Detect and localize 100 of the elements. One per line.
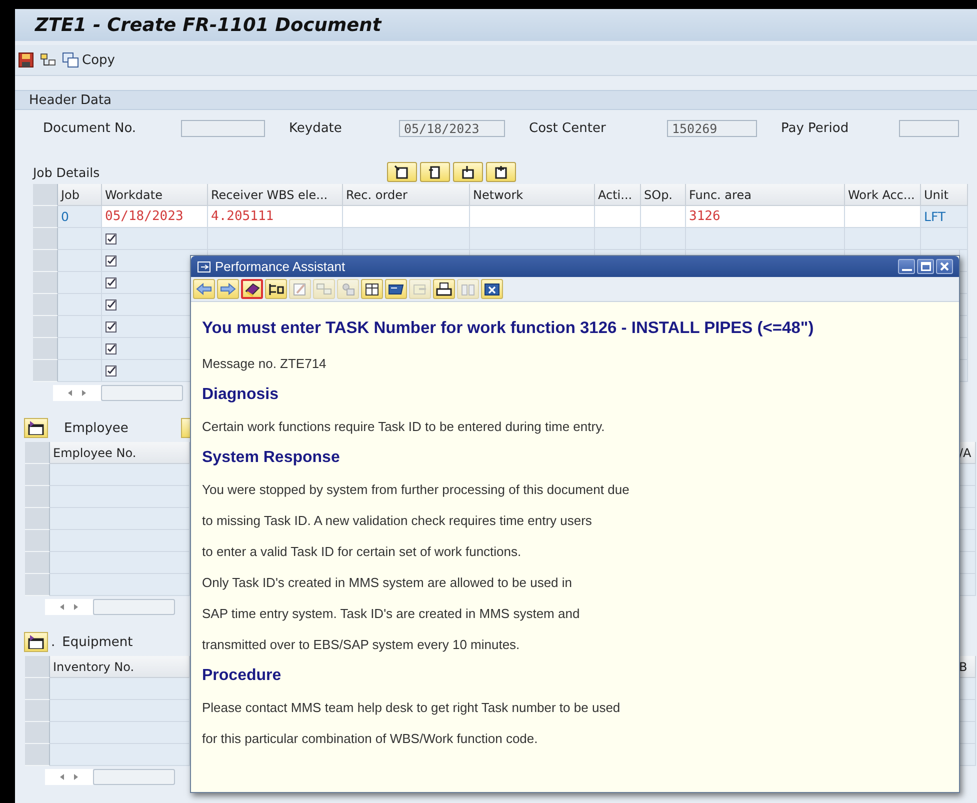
table-cell: LFT — [921, 206, 968, 228]
scrollbar[interactable] — [93, 769, 175, 785]
maximize-icon — [920, 262, 930, 271]
insert-row-icon — [393, 164, 411, 180]
save-button[interactable] — [18, 52, 34, 68]
row-selector[interactable] — [33, 294, 58, 316]
checkbox[interactable] — [105, 232, 117, 244]
checkbox[interactable] — [105, 364, 117, 376]
copy-row-button[interactable] — [486, 162, 516, 182]
dialog-title: Performance Assistant — [215, 259, 346, 274]
print-icon — [435, 281, 453, 297]
print-button[interactable] — [433, 279, 455, 299]
row-selector[interactable] — [25, 552, 50, 574]
close-button[interactable] — [481, 279, 503, 299]
row-selector[interactable] — [33, 250, 58, 272]
column-header[interactable]: Job — [58, 184, 102, 206]
hierarchy-icon — [39, 52, 57, 68]
body-text: to enter a valid Task ID for certain set of work functions. — [202, 544, 522, 559]
row-selector[interactable] — [25, 700, 50, 722]
row-selector[interactable] — [33, 338, 58, 360]
row-selector[interactable] — [25, 486, 50, 508]
close-icon — [940, 262, 949, 271]
checkbox[interactable] — [105, 320, 117, 332]
input-field[interactable]: 05/18/2023 — [399, 120, 505, 136]
section-heading: System Response — [202, 449, 340, 467]
column-header[interactable]: Rec. order — [343, 184, 470, 206]
body-text: Certain work functions require Task ID to be entered during time entry. — [202, 419, 605, 434]
checkbox[interactable] — [105, 254, 117, 266]
body-text: to missing Task ID. A new validation check requires time entry users — [202, 513, 592, 528]
row-selector[interactable] — [33, 228, 58, 250]
copy-row-icon — [492, 164, 510, 180]
column-header[interactable]: Unit — [921, 184, 968, 206]
column-header[interactable]: Employee No. — [50, 442, 190, 464]
section-title: Employee — [64, 420, 128, 436]
window-title: ZTE1 - Create FR-1101 Document — [35, 14, 382, 36]
close-button[interactable] — [936, 259, 953, 274]
back-icon — [195, 281, 213, 297]
row-selector[interactable] — [33, 206, 58, 228]
body-text: Only Task ID's created in MMS system are allowed to be used in — [202, 575, 572, 590]
insert-row-button[interactable] — [387, 162, 417, 182]
scrollbar[interactable] — [101, 385, 183, 401]
row-selector[interactable] — [33, 360, 58, 382]
tools-icon — [267, 281, 285, 297]
folder-icon — [27, 635, 45, 649]
table-button[interactable] — [361, 279, 383, 299]
checkbox[interactable] — [105, 298, 117, 310]
checkbox[interactable] — [105, 276, 117, 288]
section-title: Equipment — [62, 634, 133, 650]
split-icon — [315, 281, 333, 297]
row-selector[interactable] — [25, 574, 50, 596]
delete-row-button[interactable] — [453, 162, 483, 182]
row-selector[interactable] — [25, 722, 50, 744]
hierarchy-button[interactable] — [39, 52, 57, 68]
row-selector[interactable] — [33, 316, 58, 338]
display-button[interactable] — [385, 279, 407, 299]
book-icon — [243, 281, 261, 297]
column-header[interactable]: Inventory No. — [50, 656, 190, 678]
table-cell: 05/18/2023 — [102, 206, 208, 228]
column-header[interactable]: Receiver WBS ele... — [208, 184, 343, 206]
column-header[interactable]: Work Acc... — [845, 184, 921, 206]
column-header[interactable]: Workdate — [102, 184, 208, 206]
row-selector[interactable] — [25, 678, 50, 700]
row-selector[interactable] — [25, 744, 50, 766]
section-label: . — [51, 634, 56, 650]
row-selector[interactable] — [25, 508, 50, 530]
table-cell: 3126 — [686, 206, 845, 228]
field-label: Document No. — [43, 120, 138, 136]
close-icon — [483, 281, 501, 297]
maximize-button[interactable] — [917, 259, 934, 274]
table-icon — [363, 281, 381, 297]
scrollbar[interactable] — [93, 599, 175, 615]
input-field[interactable] — [899, 120, 959, 136]
input-field[interactable]: 150269 — [667, 120, 757, 136]
tools-button[interactable] — [265, 279, 287, 299]
append-row-button[interactable] — [420, 162, 450, 182]
folder-icon — [27, 421, 45, 435]
column-header[interactable]: Network — [470, 184, 595, 206]
column-header[interactable]: Acti... — [595, 184, 641, 206]
copy-button[interactable]: Copy — [62, 52, 115, 68]
row-selector[interactable] — [25, 464, 50, 486]
section-toggle-button[interactable] — [24, 632, 48, 652]
checkbox[interactable] — [105, 342, 117, 354]
section-toggle-button[interactable] — [24, 418, 48, 438]
row-selector[interactable] — [33, 272, 58, 294]
field-label: Keydate — [289, 120, 343, 136]
body-text: Please contact MMS team help desk to get right Task number to be used — [202, 700, 620, 715]
back-button[interactable] — [193, 279, 215, 299]
forward-button[interactable] — [217, 279, 239, 299]
book-button[interactable] — [241, 279, 263, 299]
minimize-button[interactable] — [898, 259, 915, 274]
body-text: SAP time entry system. Task ID's are created in MMS system and — [202, 606, 580, 621]
column-header[interactable]: Func. area — [686, 184, 845, 206]
row-selector[interactable] — [33, 184, 58, 206]
body-text: transmitted over to EBS/SAP system every 10 minutes. — [202, 637, 520, 652]
forward-icon — [219, 281, 237, 297]
column-header[interactable]: SOp. — [641, 184, 686, 206]
table-cell: 0 — [58, 206, 102, 228]
body-text: for this particular combination of WBS/Work function code. — [202, 731, 538, 746]
row-selector[interactable] — [25, 530, 50, 552]
input-field[interactable] — [181, 120, 265, 136]
